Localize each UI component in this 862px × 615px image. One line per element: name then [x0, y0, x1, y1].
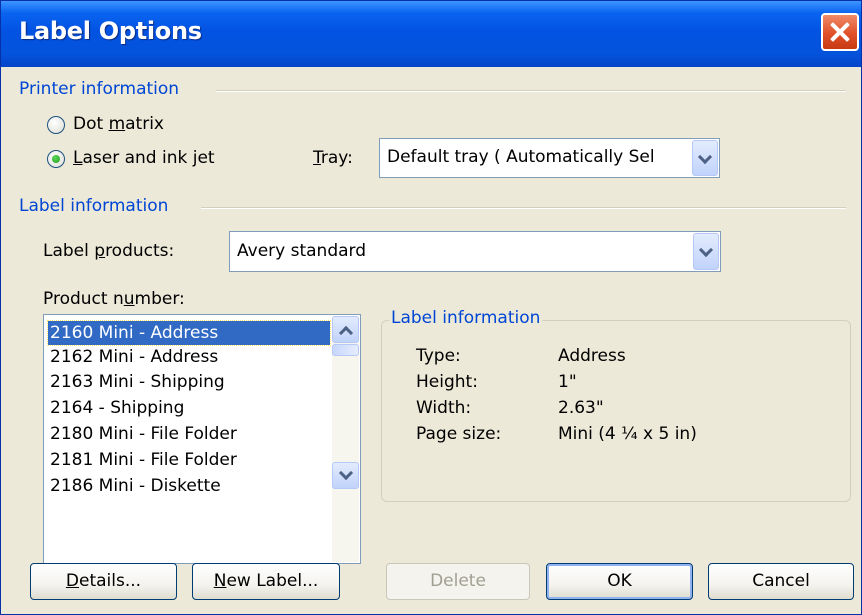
page-size-value: Mini (4 ¼ x 5 in) — [558, 424, 697, 444]
type-value: Address — [558, 346, 626, 366]
height-value: 1" — [558, 372, 577, 392]
printer-information-title: Printer information — [19, 79, 186, 99]
scroll-thumb[interactable] — [332, 344, 359, 356]
window-title: Label Options — [19, 17, 202, 45]
dot-matrix-label[interactable]: Dot matrix — [73, 114, 164, 134]
tray-label: Tray: — [313, 148, 353, 168]
tray-dropdown-button[interactable] — [692, 140, 718, 176]
height-label: Height: — [416, 372, 478, 392]
label-products-label: Label products: — [43, 241, 175, 261]
list-item[interactable]: 2163 Mini - Shipping — [50, 370, 225, 394]
printer-information-separator — [216, 90, 846, 92]
product-number-label: Product number: — [43, 289, 185, 309]
ok-button[interactable]: OK — [546, 563, 693, 600]
label-products-select[interactable]: Avery standard — [229, 231, 721, 272]
title-bar[interactable]: Label Options — [1, 1, 861, 67]
type-label: Type: — [416, 346, 461, 366]
tray-select-value: Default tray ( Automatically Sel — [387, 147, 655, 167]
scroll-up-button[interactable] — [332, 316, 359, 343]
chevron-down-icon — [698, 242, 714, 258]
list-item[interactable]: 2186 Mini - Diskette — [50, 474, 221, 498]
delete-button[interactable]: Delete — [386, 563, 530, 600]
label-information-separator — [201, 207, 846, 209]
list-item[interactable]: 2162 Mini - Address — [50, 345, 218, 369]
close-icon[interactable] — [821, 13, 859, 51]
laser-ink-jet-label[interactable]: Laser and ink jet — [73, 148, 215, 168]
label-details-title: Label information — [389, 308, 543, 328]
label-information-title: Label information — [19, 196, 175, 216]
cancel-button[interactable]: Cancel — [708, 563, 854, 600]
product-number-list[interactable]: 2160 Mini - Address 2162 Mini - Address … — [43, 314, 361, 564]
label-options-dialog: Label Options Printer information Dot ma… — [0, 0, 862, 615]
chevron-up-icon — [338, 325, 354, 341]
label-products-dropdown-button[interactable] — [693, 233, 719, 270]
dialog-body: Printer information Dot matrix Laser and… — [1, 67, 861, 614]
width-label: Width: — [416, 398, 472, 418]
scroll-down-button[interactable] — [332, 462, 359, 489]
list-item[interactable]: 2160 Mini - Address — [47, 320, 331, 346]
details-button[interactable]: Details... — [30, 563, 177, 600]
width-value: 2.63" — [558, 398, 604, 418]
dot-matrix-radio[interactable] — [47, 116, 65, 134]
list-item[interactable]: 2181 Mini - File Folder — [50, 448, 237, 472]
new-label-button[interactable]: New Label... — [192, 563, 340, 600]
list-item[interactable]: 2164 - Shipping — [50, 396, 184, 420]
chevron-down-icon — [697, 149, 713, 165]
product-list-scrollbar[interactable] — [332, 316, 359, 562]
page-size-label: Page size: — [416, 424, 502, 444]
chevron-down-icon — [338, 465, 354, 481]
laser-ink-jet-radio[interactable] — [47, 150, 65, 168]
label-products-value: Avery standard — [237, 241, 367, 261]
list-item[interactable]: 2180 Mini - File Folder — [50, 422, 237, 446]
tray-select[interactable]: Default tray ( Automatically Sel — [379, 138, 720, 178]
